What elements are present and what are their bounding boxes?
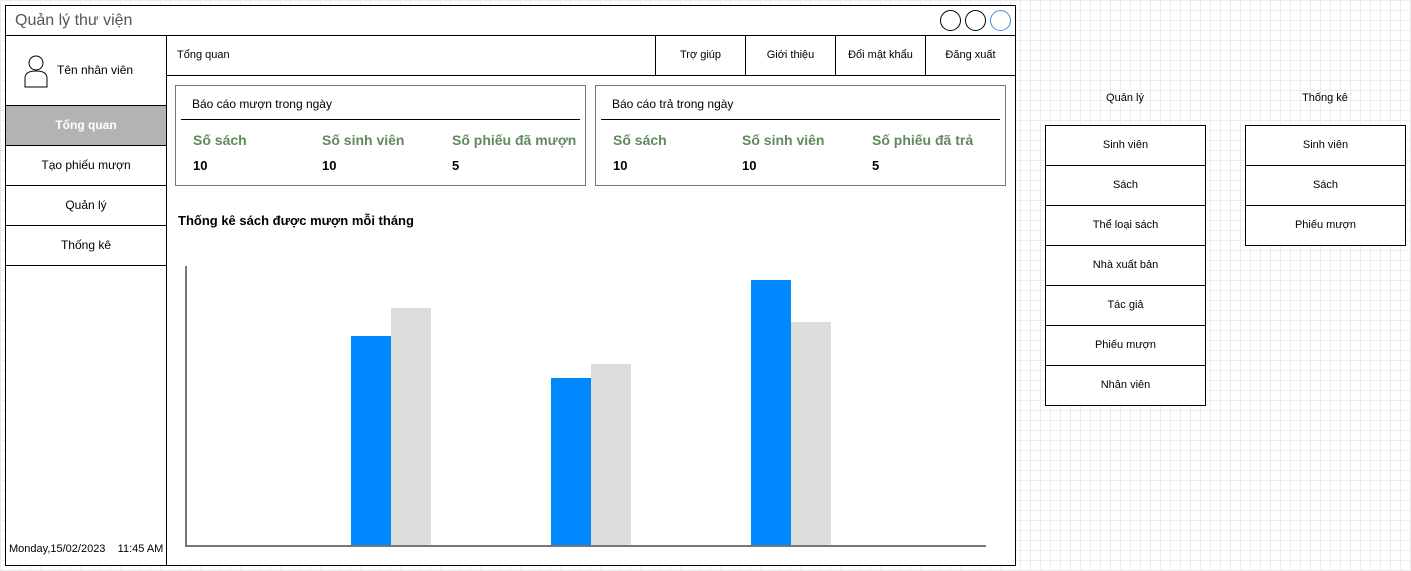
quan-ly-item-phieu-muon[interactable]: Phiếu mượn — [1045, 325, 1206, 366]
divider — [181, 119, 580, 120]
stat-label: Số phiếu đã trả — [872, 132, 974, 148]
app-window: Quản lý thư viện Tên nhân viên Tổng quan… — [5, 5, 1016, 566]
date-text: Monday,15/02/2023 — [9, 543, 106, 555]
time-text: 11:45 AM — [117, 543, 164, 555]
sidebar-item-tao-phieu-muon[interactable]: Tạo phiếu mượn — [6, 146, 166, 186]
stat-value: 10 — [742, 158, 757, 173]
stat-label: Số phiếu đã mượn — [452, 132, 577, 148]
quan-ly-item-nhan-vien[interactable]: Nhân viên — [1045, 365, 1206, 406]
help-button[interactable]: Trợ giúp — [655, 36, 745, 75]
stat-value: 10 — [613, 158, 628, 173]
user-name: Tên nhân viên — [57, 63, 134, 77]
chart-bar-series2-group2 — [591, 364, 631, 546]
change-password-button[interactable]: Đổi mật khẩu — [835, 36, 925, 75]
quan-ly-item-nha-xuat-ban[interactable]: Nhà xuất bản — [1045, 245, 1206, 286]
quan-ly-item-the-loai-sach[interactable]: Thể loại sách — [1045, 205, 1206, 246]
chart-title: Thống kê sách được mượn mỗi tháng — [178, 213, 414, 228]
quan-ly-item-sach[interactable]: Sách — [1045, 165, 1206, 206]
quan-ly-item-tac-gia[interactable]: Tác giả — [1045, 285, 1206, 326]
borrow-report-card: Báo cáo mượn trong ngày Số sách Số sinh … — [175, 85, 586, 186]
chart-bar-series1-group2 — [551, 378, 591, 546]
about-button[interactable]: Giới thiệu — [745, 36, 835, 75]
thong-ke-item-sach[interactable]: Sách — [1245, 165, 1406, 206]
minimize-button[interactable] — [940, 10, 961, 31]
thong-ke-item-phieu-muon[interactable]: Phiếu mượn — [1245, 205, 1406, 246]
user-icon — [24, 55, 48, 88]
sidebar: Tên nhân viên Tổng quan Tạo phiếu mượn Q… — [6, 36, 167, 565]
divider — [601, 119, 1000, 120]
chart-bar-series2-group3 — [791, 322, 831, 546]
return-report-card: Báo cáo trả trong ngày Số sách Số sinh v… — [595, 85, 1006, 186]
bar-chart — [185, 266, 986, 547]
logout-button[interactable]: Đăng xuất — [925, 36, 1015, 75]
maximize-button[interactable] — [965, 10, 986, 31]
title-bar: Quản lý thư viện — [6, 6, 1015, 36]
quan-ly-item-sinh-vien[interactable]: Sinh viên — [1045, 125, 1206, 166]
stat-value: 10 — [322, 158, 337, 173]
thong-ke-item-sinh-vien[interactable]: Sinh viên — [1245, 125, 1406, 166]
app-title: Quản lý thư viện — [15, 12, 133, 29]
user-profile: Tên nhân viên — [6, 36, 166, 106]
stat-label: Số sinh viên — [742, 132, 825, 148]
close-button[interactable] — [990, 10, 1011, 31]
stat-label: Số sách — [193, 132, 247, 148]
sidebar-item-quan-ly[interactable]: Quản lý — [6, 186, 166, 226]
card-title: Báo cáo trả trong ngày — [612, 97, 734, 111]
quan-ly-panel-title: Quản lý — [1106, 92, 1144, 104]
sidebar-item-thong-ke[interactable]: Thống kê — [6, 226, 166, 266]
sidebar-item-tong-quan[interactable]: Tổng quan — [6, 106, 166, 146]
datetime: Monday,15/02/2023 11:45 AM — [9, 543, 163, 555]
stat-value: 5 — [452, 158, 460, 173]
chart-bar-series1-group1 — [351, 336, 391, 546]
stat-value: 5 — [872, 158, 880, 173]
chart-bar-series1-group3 — [751, 280, 791, 546]
top-nav: Tổng quan Trợ giúp Giới thiệu Đổi mật kh… — [167, 36, 1015, 76]
stat-label: Số sinh viên — [322, 132, 405, 148]
page-title: Tổng quan — [177, 49, 230, 61]
stat-value: 10 — [193, 158, 208, 173]
stat-label: Số sách — [613, 132, 667, 148]
chart-bar-series2-group1 — [391, 308, 431, 546]
card-title: Báo cáo mượn trong ngày — [192, 97, 332, 111]
thong-ke-panel-title: Thống kê — [1302, 92, 1348, 104]
